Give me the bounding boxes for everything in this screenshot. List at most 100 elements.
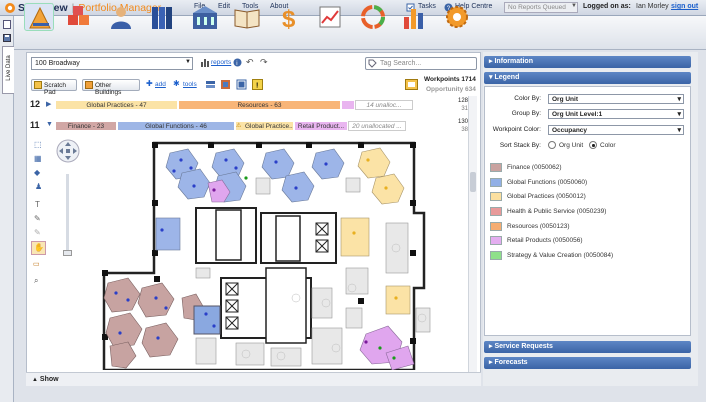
- eraser-tool-icon[interactable]: ✎: [34, 228, 41, 237]
- sort-org-unit-radio[interactable]: [548, 141, 556, 149]
- stack-view-icon[interactable]: [205, 79, 216, 90]
- stack-segment-global-practices[interactable]: Global Practices - 47: [55, 100, 178, 110]
- legend-swatch-resources: [490, 222, 502, 231]
- map-scrollbar[interactable]: [468, 96, 477, 372]
- information-title: Information: [494, 58, 533, 65]
- logged-on-label: Logged on as:: [583, 3, 631, 10]
- legend-swatch-health-public-service: [490, 207, 502, 216]
- warning-icon[interactable]: !: [252, 79, 263, 90]
- zoom-tool-icon[interactable]: ⌕: [34, 276, 38, 286]
- notepad-icon: [34, 81, 42, 89]
- stack-segment-retail-products[interactable]: Retail Product...: [294, 121, 348, 131]
- zoom-slider[interactable]: [66, 174, 69, 254]
- sort-color-label: Color: [600, 142, 616, 149]
- show-toggle[interactable]: Show: [40, 376, 59, 383]
- sign-out-link[interactable]: sign out: [671, 3, 698, 10]
- stack-segment-retail-products[interactable]: [341, 100, 355, 110]
- person-tool-icon[interactable]: ♟: [35, 182, 42, 191]
- color-by-select[interactable]: Org Unit: [548, 94, 684, 104]
- floor-11-total: 130: [457, 119, 468, 125]
- stack-segment-unallocated[interactable]: 14 unalloc...: [355, 100, 413, 110]
- chevron-down-icon[interactable]: ▼: [185, 59, 191, 65]
- legend-item-global-practices: Global Practices (0050012): [507, 193, 586, 200]
- document-icon[interactable]: [3, 20, 11, 29]
- tag-tool-icon[interactable]: ◆: [34, 168, 40, 177]
- library-module-button[interactable]: [148, 3, 178, 31]
- charts-module-button[interactable]: [400, 3, 430, 31]
- legend-swatch-finance: [490, 163, 502, 172]
- sort-color-radio[interactable]: [589, 141, 597, 149]
- stack-segment-global-practices[interactable]: Global Practice...: [235, 121, 294, 131]
- group-by-label: Group By:: [511, 110, 541, 117]
- stack-segment-unallocated[interactable]: 20 unallocated ...: [348, 121, 406, 131]
- zoom-slider-handle[interactable]: [63, 250, 72, 256]
- information-panel-header[interactable]: ▸ Information: [484, 56, 691, 68]
- floor-12-stack: Global Practices - 47 Resources - 63 14 …: [55, 100, 413, 110]
- floor-12-number[interactable]: 12: [30, 99, 40, 109]
- floor-11-number[interactable]: 11: [30, 120, 40, 130]
- chevron-down-icon[interactable]: ▼: [571, 3, 577, 9]
- blocks-module-button[interactable]: [64, 3, 94, 31]
- building-select[interactable]: 100 Broadway: [31, 57, 193, 70]
- legend-swatch-global-functions: [490, 178, 502, 187]
- tools-icon[interactable]: ✱: [173, 79, 180, 88]
- save-icon[interactable]: [3, 34, 11, 42]
- workpoint-color-select[interactable]: Occupancy: [548, 125, 684, 135]
- move-icon[interactable]: [220, 79, 231, 90]
- legend-title: Legend: [494, 74, 520, 81]
- add-icon[interactable]: ✚: [146, 79, 153, 88]
- live-data-tab[interactable]: Live Data: [2, 46, 14, 94]
- pencil-tool-icon[interactable]: ✎: [34, 214, 41, 223]
- multi-select-icon[interactable]: ▦: [34, 154, 42, 163]
- architect-module-button[interactable]: [24, 3, 54, 31]
- legend-swatch-retail-products: [490, 236, 502, 245]
- people-module-button[interactable]: [106, 3, 136, 31]
- svg-text:i: i: [236, 61, 237, 67]
- text-tool-icon[interactable]: T: [35, 200, 40, 209]
- book-module-button[interactable]: [232, 3, 262, 31]
- info-icon[interactable]: i: [233, 58, 242, 67]
- legend-swatch-global-practices: [490, 192, 502, 201]
- buildings-module-button[interactable]: [190, 3, 220, 31]
- legend-panel-header[interactable]: ▾ Legend: [484, 72, 691, 84]
- scrollbar-thumb[interactable]: [470, 172, 476, 192]
- select-tool-icon[interactable]: ⬚: [34, 140, 42, 149]
- workpoint-color-label: Workpoint Color:: [492, 126, 541, 133]
- stack-segment-finance[interactable]: Finance - 23: [55, 121, 117, 131]
- floor-plan-map[interactable]: [96, 138, 468, 370]
- reports-link[interactable]: reports: [211, 59, 231, 66]
- legend-item-resources: Resources (0050123): [507, 223, 570, 230]
- expand-floor-12-icon[interactable]: ▶: [46, 100, 51, 108]
- redo-icon[interactable]: ↷: [260, 57, 268, 68]
- add-link[interactable]: add: [155, 81, 166, 88]
- undo-icon[interactable]: ↶: [246, 57, 254, 68]
- tools-link[interactable]: tools: [183, 81, 197, 88]
- forecasts-title: Forecasts: [494, 359, 528, 366]
- legend-item-strategy-value-creation: Strategy & Value Creation (0050084): [507, 252, 614, 259]
- show-bar[interactable]: ▲ Show: [26, 372, 481, 386]
- cycle-module-button[interactable]: [358, 3, 388, 31]
- reports-icon: [201, 59, 209, 67]
- forecasts-panel-header[interactable]: ▸ Forecasts: [484, 357, 691, 369]
- settings-module-button[interactable]: [442, 3, 472, 31]
- stack-segment-resources[interactable]: Resources - 63: [178, 100, 341, 110]
- pan-control[interactable]: [55, 138, 81, 164]
- tag-icon: [368, 59, 377, 68]
- user-name: Ian Morley: [636, 3, 669, 10]
- reports-module-button[interactable]: [316, 3, 346, 31]
- building-summary-icon[interactable]: [405, 79, 418, 90]
- chevron-up-icon[interactable]: ▲: [32, 377, 38, 383]
- ruler-tool-icon[interactable]: ▭: [33, 260, 40, 268]
- layout-icon[interactable]: [236, 79, 247, 90]
- service-requests-panel-header[interactable]: ▸ Service Requests: [484, 341, 691, 353]
- pan-tool-icon[interactable]: ✋: [34, 243, 44, 252]
- group-by-select[interactable]: Org Unit Level:1: [548, 109, 684, 119]
- service-requests-title: Service Requests: [494, 343, 553, 350]
- collapse-floor-11-icon[interactable]: ▼: [46, 121, 53, 128]
- floor-11-vacant: 38: [461, 127, 468, 133]
- report-queue-dropdown[interactable]: No Reports Queued: [504, 2, 578, 13]
- stack-segment-global-functions[interactable]: Global Functions - 46: [117, 121, 235, 131]
- tag-search-input[interactable]: Tag Search...: [365, 57, 477, 70]
- finance-module-button[interactable]: $: [274, 3, 304, 33]
- buildings-icon: [85, 81, 93, 89]
